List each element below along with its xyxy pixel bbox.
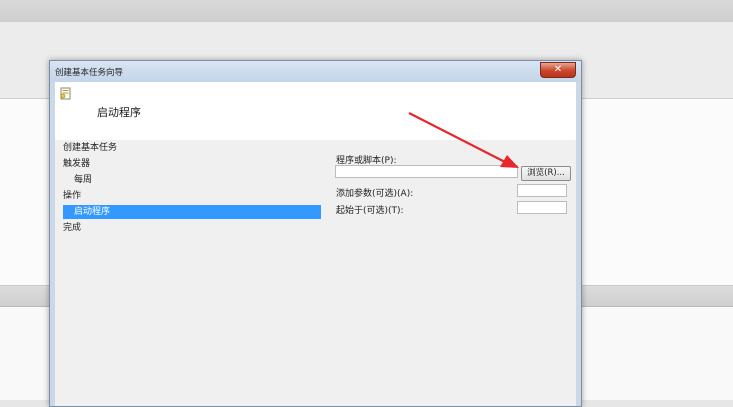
page-title: 启动程序 <box>97 106 141 119</box>
nav-item-finish[interactable]: 完成 <box>63 221 81 235</box>
add-arguments-input[interactable] <box>517 184 567 197</box>
start-in-input[interactable] <box>517 201 567 214</box>
dialog-title: 创建基本任务向导 <box>55 68 124 78</box>
program-script-input[interactable] <box>335 165 518 178</box>
browse-button[interactable]: 浏览(R)... <box>521 166 571 181</box>
nav-item-weekly[interactable]: 每周 <box>74 173 92 187</box>
nav-item-action[interactable]: 操作 <box>63 189 81 203</box>
create-basic-task-wizard-dialog: 创建基本任务向导 ✕ 启动程序 创建基本任务 触发器 每周 操作 启动程序 完成… <box>49 60 582 407</box>
dialog-titlebar[interactable]: 创建基本任务向导 ✕ <box>50 61 581 82</box>
close-button[interactable]: ✕ <box>540 62 576 78</box>
wizard-header: 启动程序 <box>55 82 576 140</box>
dialog-client-area: 启动程序 创建基本任务 触发器 每周 操作 启动程序 完成 程序或脚本(P): … <box>55 82 576 406</box>
start-in-label: 起始于(可选)(T): <box>336 206 404 216</box>
wizard-icon <box>60 87 71 100</box>
close-icon: ✕ <box>553 64 563 75</box>
nav-item-trigger[interactable]: 触发器 <box>63 157 90 171</box>
add-arguments-label: 添加参数(可选)(A): <box>336 189 414 199</box>
nav-item-create-basic-task[interactable]: 创建基本任务 <box>63 141 117 155</box>
nav-item-start-program[interactable]: 启动程序 <box>63 205 321 219</box>
background-toolbar <box>0 0 733 23</box>
